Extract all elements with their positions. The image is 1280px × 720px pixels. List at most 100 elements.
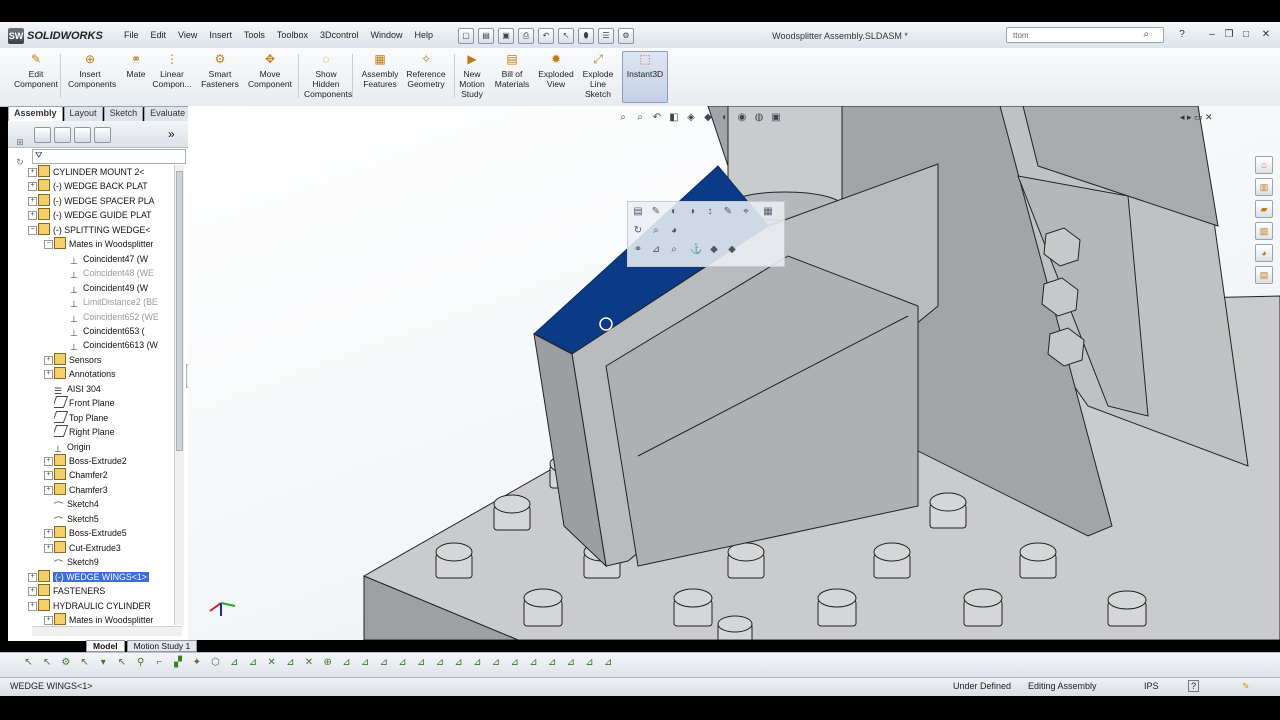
- expand-toggle[interactable]: +: [28, 211, 37, 221]
- tab-layout[interactable]: Layout: [63, 106, 103, 121]
- isolate-icon[interactable]: ↕: [704, 206, 716, 218]
- expand-toggle[interactable]: +: [44, 615, 53, 625]
- open-part-icon[interactable]: ▤: [632, 206, 644, 218]
- file-properties-icon[interactable]: ☰: [598, 28, 614, 44]
- view-settings-icon[interactable]: ▣: [769, 111, 783, 125]
- edit-appearance-icon[interactable]: ◉: [735, 111, 749, 125]
- section-view-icon[interactable]: ◧: [667, 111, 681, 125]
- toolbar-tool-icon[interactable]: ⊿: [452, 656, 465, 669]
- toolbar-tool-icon[interactable]: ↖: [78, 656, 91, 669]
- toolbar-tool-icon[interactable]: ⚙: [59, 656, 72, 669]
- rebuild-icon[interactable]: ⬮: [578, 28, 594, 44]
- zoom-to-selection-icon[interactable]: ⌕: [668, 244, 680, 256]
- open-icon[interactable]: ▤: [478, 28, 494, 44]
- toolbar-tool-icon[interactable]: ✦: [190, 656, 203, 669]
- tree-item[interactable]: HYDRAULIC CYLINDER: [38, 598, 151, 613]
- display-style-icon[interactable]: ◆: [701, 111, 715, 125]
- toolbar-tool-icon[interactable]: ⊿: [527, 656, 540, 669]
- menu-item-insert[interactable]: Insert: [203, 30, 238, 40]
- expand-toggle[interactable]: +: [44, 529, 53, 539]
- configuration-manager-tab[interactable]: [74, 127, 91, 143]
- tree-item[interactable]: Sensors: [54, 352, 101, 367]
- ribbon-instant3d-button[interactable]: ⬚ Instant3D: [622, 51, 668, 103]
- view-orientation-icon[interactable]: ◈: [684, 111, 698, 125]
- toolbar-tool-icon[interactable]: ⌐: [153, 656, 166, 669]
- tree-item[interactable]: (-) SPLITTING WEDGE<: [38, 222, 151, 237]
- toolbar-tool-icon[interactable]: ⊿: [246, 656, 259, 669]
- toolbar-tool-icon[interactable]: ⊿: [284, 656, 297, 669]
- menu-item-tools[interactable]: Tools: [238, 30, 271, 40]
- toolbar-tool-icon[interactable]: ▞: [172, 656, 185, 669]
- menu-item-window[interactable]: Window: [364, 30, 408, 40]
- expand-toggle[interactable]: −: [28, 225, 37, 235]
- tree-vertical-scrollbar[interactable]: [174, 165, 184, 625]
- print-icon[interactable]: ⎙: [518, 28, 534, 44]
- hide-components-icon[interactable]: ◐: [668, 206, 680, 218]
- tree-item[interactable]: ⊥ Origin: [54, 440, 90, 454]
- zoom-selection-icon[interactable]: ⌕: [650, 225, 662, 237]
- toolbar-tool-icon[interactable]: ⊿: [564, 656, 577, 669]
- toolbar-tool-icon[interactable]: ⚲: [134, 656, 147, 669]
- toolbar-tool-icon[interactable]: ⊿: [490, 656, 503, 669]
- expand-toggle[interactable]: +: [44, 457, 53, 466]
- appearance-icon[interactable]: ◕: [668, 225, 680, 237]
- solidworks-logo[interactable]: SW SOLIDWORKS: [8, 27, 103, 45]
- tree-item[interactable]: Chamfer2: [54, 468, 108, 482]
- display-manager-tab[interactable]: [94, 127, 111, 143]
- apply-scene-icon[interactable]: ◍: [752, 111, 766, 125]
- maximize-button[interactable]: □: [1239, 28, 1253, 42]
- tree-horizontal-scrollbar[interactable]: [32, 626, 182, 636]
- toolbar-tool-icon[interactable]: ⊿: [377, 656, 390, 669]
- ribbon-linear-pattern-button[interactable]: ⋮ Linear Compon...: [150, 52, 194, 89]
- normal-to-icon[interactable]: ⊿: [650, 244, 662, 256]
- view-palette-icon[interactable]: ▧: [1255, 222, 1273, 240]
- expand-toggle[interactable]: −: [44, 240, 53, 250]
- toolbar-tool-icon[interactable]: ⊿: [359, 656, 372, 669]
- resources-icon[interactable]: ⌂: [1255, 156, 1273, 174]
- edit-part-icon[interactable]: ✎: [650, 206, 662, 218]
- menu-item-3dcontrol[interactable]: 3Dcontrol: [314, 30, 365, 40]
- ribbon-exploded-view-button[interactable]: ✹ Exploded View: [534, 52, 578, 89]
- tree-item[interactable]: CYLINDER MOUNT 2<: [38, 165, 145, 179]
- tree-item[interactable]: ⌒ Sketch5: [54, 512, 99, 526]
- make-virtual-icon[interactable]: ◆: [726, 244, 738, 256]
- edit-sketch-icon[interactable]: ✎: [722, 206, 734, 218]
- close-button[interactable]: ✕: [1259, 28, 1273, 42]
- ribbon-move-component-button[interactable]: ✥ Move Component: [248, 52, 292, 89]
- undo-icon[interactable]: ↶: [538, 28, 554, 44]
- ribbon-reference-geometry-button[interactable]: ✧ Reference Geometry: [404, 52, 448, 89]
- design-library-icon[interactable]: ▥: [1255, 178, 1273, 196]
- expand-toggle[interactable]: +: [28, 196, 37, 206]
- tree-item[interactable]: Mates in Woodsplitter: [54, 612, 153, 627]
- tab-evaluate[interactable]: Evaluate: [144, 106, 192, 121]
- toolbar-tool-icon[interactable]: ⊿: [602, 656, 615, 669]
- tree-item[interactable]: Right Plane: [54, 425, 114, 439]
- menu-item-file[interactable]: File: [118, 30, 145, 40]
- select-icon[interactable]: ↖: [558, 28, 574, 44]
- tree-item[interactable]: Top Plane: [54, 410, 108, 425]
- toolbar-tool-icon[interactable]: ⊕: [321, 656, 334, 669]
- toolbar-tool-icon[interactable]: ↖: [41, 656, 54, 669]
- expand-toggle[interactable]: +: [44, 471, 53, 481]
- ribbon-show-hidden-button[interactable]: ◌ Show Hidden Components: [304, 52, 352, 99]
- tree-item[interactable]: ⊥ LimitDistance2 (BE: [70, 295, 158, 309]
- fix-icon[interactable]: ⌖: [740, 206, 752, 218]
- pin-icon[interactable]: ⊞: [14, 137, 26, 149]
- rebuild-status-icon[interactable]: ✎: [1242, 681, 1250, 692]
- change-transparency-icon[interactable]: ◑: [686, 206, 698, 218]
- tree-item[interactable]: Cut-Extrude3: [54, 540, 121, 555]
- search-input[interactable]: ttom ⌕: [1006, 27, 1164, 43]
- tree-item[interactable]: FASTENERS: [38, 584, 105, 598]
- part-color-icon[interactable]: ◆: [708, 244, 720, 256]
- tree-filter[interactable]: ⛛: [32, 149, 186, 164]
- search-icon[interactable]: ⌕: [1143, 29, 1149, 40]
- help-button[interactable]: ?: [1188, 680, 1200, 692]
- history-icon[interactable]: ↻: [14, 157, 26, 169]
- menu-item-edit[interactable]: Edit: [145, 30, 173, 40]
- tab-sketch[interactable]: Sketch: [103, 106, 144, 121]
- toolbar-tool-icon[interactable]: ⊿: [433, 656, 446, 669]
- feature-manager-tab[interactable]: [34, 127, 51, 143]
- component-properties-icon[interactable]: ▦: [762, 206, 774, 218]
- menu-item-toolbox[interactable]: Toolbox: [271, 30, 314, 40]
- tree-item[interactable]: ⌒ Sketch9: [54, 555, 99, 569]
